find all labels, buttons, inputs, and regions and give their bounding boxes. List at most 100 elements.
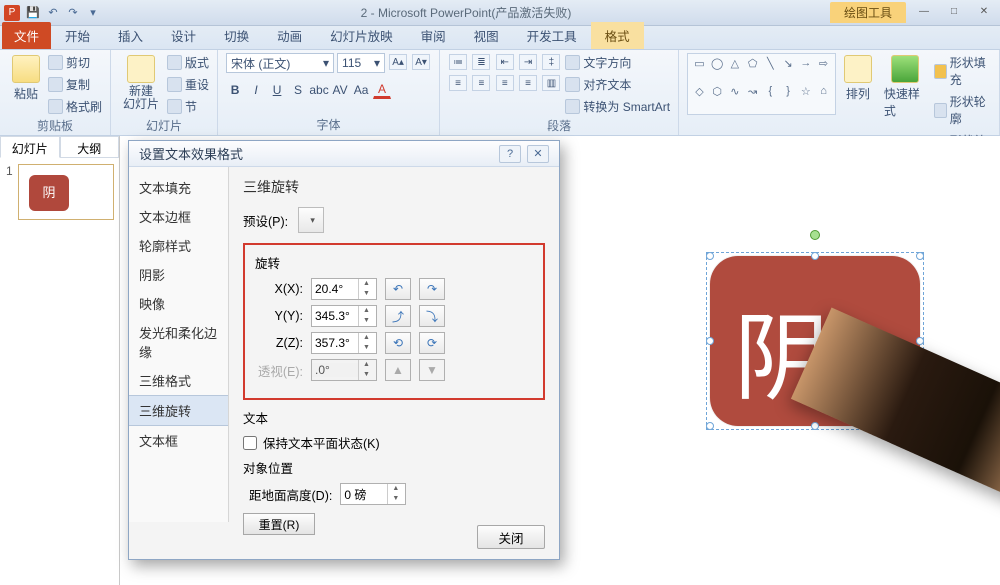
- nav-shadow[interactable]: 阴影: [129, 260, 228, 289]
- handle-ne[interactable]: [916, 252, 924, 260]
- handle-e[interactable]: [916, 337, 924, 345]
- x-spinner[interactable]: ▲▼: [311, 278, 377, 300]
- justify-icon[interactable]: ≡: [519, 75, 537, 91]
- tab-animations[interactable]: 动画: [263, 22, 316, 49]
- y-input[interactable]: [312, 309, 358, 323]
- format-painter-button[interactable]: 格式刷: [48, 97, 102, 116]
- dialog-close-x[interactable]: ✕: [527, 145, 549, 163]
- align-left-icon[interactable]: ≡: [449, 75, 467, 91]
- align-right-icon[interactable]: ≡: [496, 75, 514, 91]
- nav-text-outline[interactable]: 文本边框: [129, 202, 228, 231]
- tab-design[interactable]: 设计: [157, 22, 210, 49]
- dialog-help-button[interactable]: ?: [499, 145, 521, 163]
- smartart-button[interactable]: 转换为 SmartArt: [565, 97, 670, 116]
- dec-indent-icon[interactable]: ⇤: [496, 54, 514, 70]
- selected-shape[interactable]: 阴: [710, 256, 970, 456]
- align-center-icon[interactable]: ≡: [472, 75, 490, 91]
- tab-file[interactable]: 文件: [2, 22, 51, 49]
- shapes-gallery[interactable]: ▭◯△⬠╲↘→⇨ ◇⬡∿↝{}☆⌂: [687, 53, 836, 115]
- handle-nw[interactable]: [706, 252, 714, 260]
- tab-thumbnails[interactable]: 幻灯片: [0, 136, 60, 158]
- reset-button[interactable]: 重置(R): [243, 513, 315, 535]
- nav-text-fill[interactable]: 文本填充: [129, 173, 228, 202]
- font-name-select[interactable]: 宋体 (正文)▾: [226, 53, 334, 73]
- tab-format[interactable]: 格式: [591, 22, 644, 49]
- nav-3d-format[interactable]: 三维格式: [129, 366, 228, 395]
- tab-slideshow[interactable]: 幻灯片放映: [316, 22, 407, 49]
- x-input[interactable]: [312, 282, 358, 296]
- y-spinner[interactable]: ▲▼: [311, 305, 377, 327]
- z-spinner[interactable]: ▲▼: [311, 332, 377, 354]
- change-case-button[interactable]: Aa: [352, 81, 370, 99]
- outline-icon: [934, 103, 947, 118]
- nav-outline-style[interactable]: 轮廓样式: [129, 231, 228, 260]
- layout-button[interactable]: 版式: [167, 53, 209, 72]
- nav-textbox[interactable]: 文本框: [129, 426, 228, 455]
- tab-home[interactable]: 开始: [51, 22, 104, 49]
- quick-styles-button[interactable]: 快速样式: [880, 53, 930, 121]
- x-rotate-right-icon[interactable]: ↷: [419, 278, 445, 300]
- shape-outline-button[interactable]: 形状轮廓: [934, 92, 991, 128]
- y-rotate-up-icon[interactable]: ⤴: [385, 305, 411, 327]
- bullets-icon[interactable]: ≔: [449, 54, 467, 70]
- z-rotate-ccw-icon[interactable]: ⟲: [385, 332, 411, 354]
- z-rotate-cw-icon[interactable]: ⟳: [419, 332, 445, 354]
- font-color-button[interactable]: A: [373, 81, 391, 99]
- tab-review[interactable]: 审阅: [407, 22, 460, 49]
- underline-button[interactable]: U: [268, 81, 286, 99]
- rotation-handle[interactable]: [810, 230, 820, 240]
- minimize-button[interactable]: —: [912, 6, 936, 20]
- save-icon[interactable]: 💾: [24, 4, 42, 22]
- line-spacing-icon[interactable]: ‡: [542, 54, 560, 70]
- paste-button[interactable]: 粘贴: [8, 53, 44, 104]
- nav-reflection[interactable]: 映像: [129, 289, 228, 318]
- tab-outline[interactable]: 大纲: [60, 136, 120, 158]
- z-input[interactable]: [312, 336, 358, 350]
- y-rotate-down-icon[interactable]: ⤵: [419, 305, 445, 327]
- text-direction-button[interactable]: 文字方向: [565, 53, 670, 72]
- shadow-text-button[interactable]: abc: [310, 81, 328, 99]
- x-rotate-left-icon[interactable]: ↶: [385, 278, 411, 300]
- maximize-button[interactable]: □: [942, 6, 966, 20]
- handle-w[interactable]: [706, 337, 714, 345]
- columns-icon[interactable]: ▥: [542, 75, 560, 91]
- char-spacing-button[interactable]: AV: [331, 81, 349, 99]
- undo-icon[interactable]: ↶: [44, 4, 62, 22]
- slide-thumbnail-1[interactable]: 阴: [18, 164, 114, 220]
- tab-insert[interactable]: 插入: [104, 22, 157, 49]
- handle-n[interactable]: [811, 252, 819, 260]
- inc-indent-icon[interactable]: ⇥: [519, 54, 537, 70]
- distance-spinner[interactable]: ▲▼: [340, 483, 406, 505]
- cut-button[interactable]: 剪切: [48, 53, 102, 72]
- handle-s[interactable]: [811, 422, 819, 430]
- shape-fill-button[interactable]: 形状填充: [934, 53, 991, 89]
- numbering-icon[interactable]: ≣: [472, 54, 490, 70]
- nav-3d-rotation[interactable]: 三维旋转: [129, 395, 228, 426]
- reset-slide-button[interactable]: 重设: [167, 75, 209, 94]
- handle-sw[interactable]: [706, 422, 714, 430]
- section-button[interactable]: 节: [167, 97, 209, 116]
- keep-flat-checkbox[interactable]: [243, 436, 257, 450]
- close-button[interactable]: 关闭: [477, 525, 545, 549]
- distance-input[interactable]: [341, 487, 387, 501]
- shrink-font-icon[interactable]: A▾: [412, 54, 430, 70]
- nav-glow[interactable]: 发光和柔化边缘: [129, 318, 228, 366]
- copy-button[interactable]: 复制: [48, 75, 102, 94]
- tab-developer[interactable]: 开发工具: [513, 22, 591, 49]
- italic-button[interactable]: I: [247, 81, 265, 99]
- grow-font-icon[interactable]: A▴: [389, 54, 407, 70]
- redo-icon[interactable]: ↷: [64, 4, 82, 22]
- font-size-select[interactable]: 115▾: [337, 53, 385, 73]
- qat-more-icon[interactable]: ▾: [84, 4, 102, 22]
- tab-transitions[interactable]: 切换: [210, 22, 263, 49]
- new-slide-button[interactable]: 新建 幻灯片: [119, 53, 163, 113]
- bold-button[interactable]: B: [226, 81, 244, 99]
- copy-icon: [48, 77, 63, 92]
- align-text-button[interactable]: 对齐文本: [565, 75, 670, 94]
- close-button[interactable]: ✕: [972, 6, 996, 20]
- arrange-button[interactable]: 排列: [840, 53, 876, 104]
- group-drawing: ▭◯△⬠╲↘→⇨ ◇⬡∿↝{}☆⌂ 排列 快速样式 形状填充 形状轮廓 形状效果…: [679, 50, 1000, 135]
- tab-view[interactable]: 视图: [460, 22, 513, 49]
- preset-dropdown[interactable]: [298, 207, 324, 233]
- strike-button[interactable]: S: [289, 81, 307, 99]
